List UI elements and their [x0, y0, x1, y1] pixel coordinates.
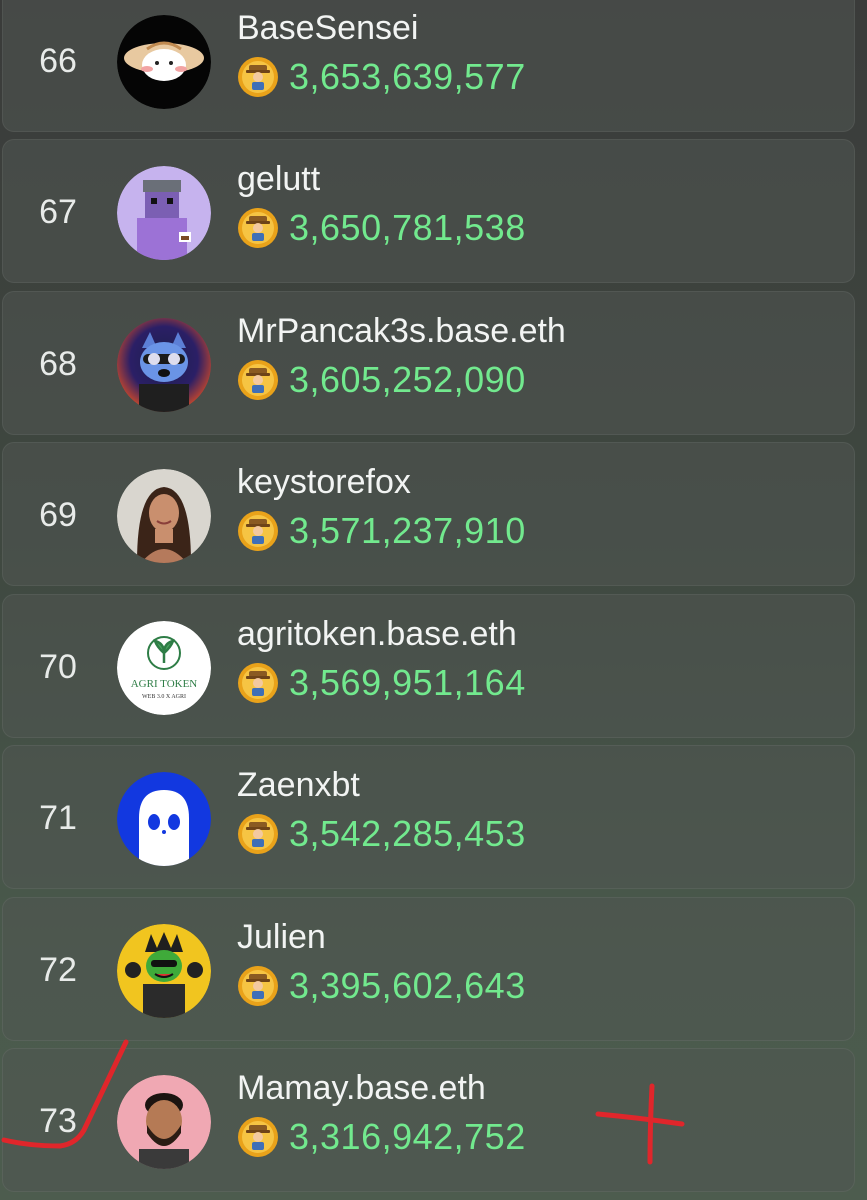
- raccoon-avatar: [117, 318, 211, 412]
- rank-number: 71: [39, 798, 77, 837]
- farmer-coin-icon: [237, 56, 279, 98]
- player-name: MrPancak3s.base.eth: [237, 312, 566, 350]
- rice-hat-character-avatar: [117, 15, 211, 109]
- player-name: agritoken.base.eth: [237, 615, 517, 653]
- farmer-coin-icon: [237, 359, 279, 401]
- rank-number: 69: [39, 495, 77, 534]
- farmer-coin-icon: [237, 965, 279, 1007]
- rank-number: 68: [39, 344, 77, 383]
- score-line: 3,395,602,643: [237, 964, 526, 1008]
- player-name: Zaenxbt: [237, 766, 360, 804]
- green-character-avatar: [117, 924, 211, 1018]
- white-ghost-avatar: [117, 772, 211, 866]
- score-line: 3,569,951,164: [237, 661, 526, 705]
- farmer-coin-icon: [237, 510, 279, 552]
- farmer-coin-icon: [237, 1116, 279, 1158]
- leaderboard-row[interactable]: 68 MrPancak3s.base.eth 3,605,252,090: [2, 291, 855, 435]
- leaderboard-row[interactable]: 69 keystorefox 3,571,237,910: [2, 442, 855, 586]
- player-score: 3,605,252,090: [289, 359, 526, 400]
- score-line: 3,316,942,752: [237, 1115, 526, 1159]
- farmer-coin-icon: [237, 662, 279, 704]
- agri-token-logo-avatar: AGRI TOKEN WEB 3.0 X AGRI: [117, 621, 211, 715]
- leaderboard-row[interactable]: 70 AGRI TOKEN WEB 3.0 X AGRI agritoken.b…: [2, 594, 855, 738]
- leaderboard-row[interactable]: 67 gelutt 3,650,781,538: [2, 139, 855, 283]
- purple-pixel-creature-avatar: [117, 166, 211, 260]
- rank-number: 73: [39, 1101, 77, 1140]
- woman-portrait-avatar: [117, 469, 211, 563]
- player-score: 3,395,602,643: [289, 965, 526, 1006]
- rank-number: 66: [39, 41, 77, 80]
- farmer-coin-icon: [237, 813, 279, 855]
- rank-number: 67: [39, 192, 77, 231]
- player-score: 3,650,781,538: [289, 207, 526, 248]
- svg-text:WEB 3.0 X AGRI: WEB 3.0 X AGRI: [142, 694, 186, 700]
- player-name: Mamay.base.eth: [237, 1069, 486, 1107]
- score-line: 3,571,237,910: [237, 509, 526, 553]
- player-score: 3,571,237,910: [289, 510, 526, 551]
- player-name: keystorefox: [237, 463, 411, 501]
- score-line: 3,542,285,453: [237, 812, 526, 856]
- player-score: 3,653,639,577: [289, 56, 526, 97]
- player-name: Julien: [237, 918, 326, 956]
- player-score: 3,569,951,164: [289, 662, 526, 703]
- farmer-coin-icon: [237, 207, 279, 249]
- player-name: gelutt: [237, 160, 321, 198]
- player-score: 3,316,942,752: [289, 1116, 526, 1157]
- leaderboard-row[interactable]: 73 Mamay.base.eth 3,316,942,752: [2, 1048, 855, 1192]
- leaderboard-row[interactable]: 71 Zaenxbt 3,542,285,453: [2, 745, 855, 889]
- score-line: 3,653,639,577: [237, 55, 526, 99]
- player-score: 3,542,285,453: [289, 813, 526, 854]
- player-name: BaseSensei: [237, 9, 419, 47]
- man-portrait-avatar: [117, 1075, 211, 1169]
- leaderboard-row[interactable]: 66 BaseSensei 3,653,639,577: [2, 0, 855, 132]
- leaderboard-row[interactable]: 72 Julien 3,395,602,643: [2, 897, 855, 1041]
- rank-number: 72: [39, 950, 77, 989]
- svg-text:AGRI TOKEN: AGRI TOKEN: [131, 678, 198, 690]
- score-line: 3,605,252,090: [237, 358, 526, 402]
- rank-number: 70: [39, 647, 77, 686]
- score-line: 3,650,781,538: [237, 206, 526, 250]
